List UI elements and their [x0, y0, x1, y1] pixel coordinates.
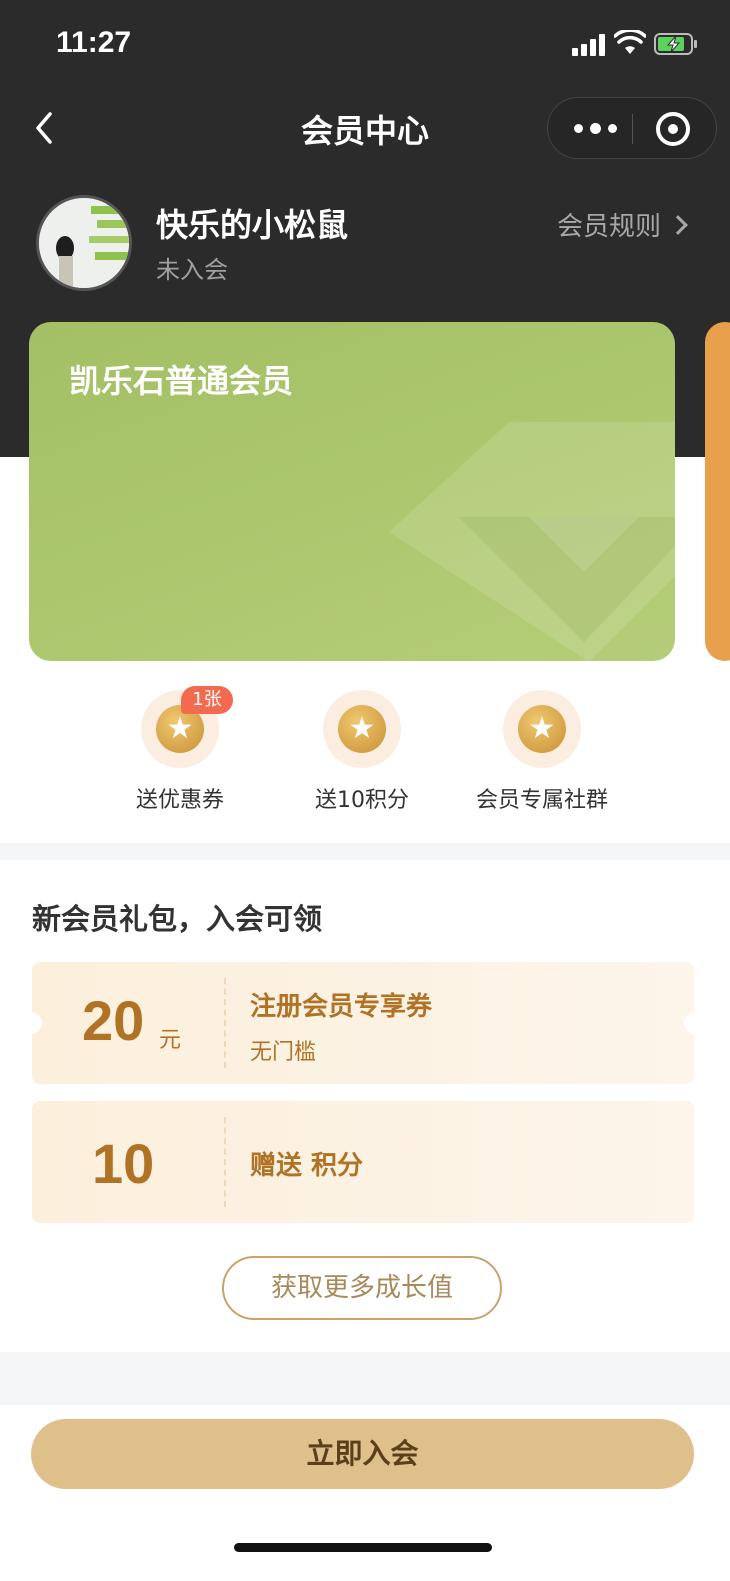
benefit-icon-circle: ★	[503, 690, 581, 768]
close-miniprogram-icon[interactable]	[656, 112, 690, 146]
membership-status: 未入会	[156, 256, 228, 284]
mini-program-capsule	[547, 97, 717, 159]
coupon-amount: 20	[82, 989, 145, 1052]
get-more-growth-button[interactable]: 获取更多成长值	[222, 1256, 502, 1320]
join-now-button[interactable]: 立即入会	[31, 1419, 694, 1489]
member-rules-link[interactable]: 会员规则	[557, 206, 688, 243]
signal-icon	[572, 32, 606, 56]
status-time: 11:27	[56, 26, 132, 59]
home-indicator	[234, 1543, 492, 1552]
benefit-icon-circle: ★ 1张	[141, 686, 233, 768]
battery-charging-icon	[654, 33, 697, 55]
avatar[interactable]	[36, 195, 132, 291]
gift-section-title: 新会员礼包，入会可领	[32, 902, 323, 936]
coupon-count-badge: 1张	[181, 686, 233, 714]
benefit-label: 送优惠券	[135, 788, 224, 813]
benefit-icon-circle: ★	[323, 690, 401, 768]
coupon-card[interactable]: 20 元 注册会员专享券 无门槛	[32, 962, 694, 1084]
next-card-peek[interactable]	[705, 322, 730, 661]
benefit-label: 送10积分	[315, 788, 409, 813]
coupon-separator	[224, 1117, 226, 1207]
coupon-subtitle: 无门槛	[250, 1040, 317, 1065]
points-title: 赠送 积分	[250, 1151, 364, 1181]
diamond-watermark-icon	[389, 422, 675, 661]
star-coin-icon: ★	[518, 705, 566, 753]
wifi-icon	[614, 30, 646, 54]
status-bar: 11:27	[0, 0, 730, 90]
star-coin-icon: ★	[338, 705, 386, 753]
benefit-community[interactable]: ★ 会员专属社群	[462, 690, 622, 814]
more-icon[interactable]	[564, 98, 634, 158]
coupon-title: 注册会员专享券	[250, 992, 433, 1022]
card-level-name: 凯乐石普通会员	[69, 362, 294, 400]
capsule-divider	[632, 114, 633, 144]
points-gift-card[interactable]: 10 赠送 积分	[32, 1101, 694, 1223]
benefit-label: 会员专属社群	[475, 788, 608, 813]
coupon-unit: 元	[159, 1028, 182, 1053]
benefit-points[interactable]: ★ 送10积分	[282, 690, 442, 814]
benefit-coupon[interactable]: ★ 1张 送优惠券	[100, 686, 260, 814]
membership-card[interactable]: 凯乐石普通会员	[29, 322, 675, 661]
coupon-notch	[32, 1012, 42, 1034]
coupon-separator	[224, 978, 226, 1068]
points-amount: 10	[92, 1132, 155, 1195]
username: 快乐的小松鼠	[156, 206, 349, 244]
chevron-right-icon	[668, 214, 688, 235]
member-rules-label: 会员规则	[557, 212, 662, 242]
coupon-notch	[684, 1012, 694, 1034]
